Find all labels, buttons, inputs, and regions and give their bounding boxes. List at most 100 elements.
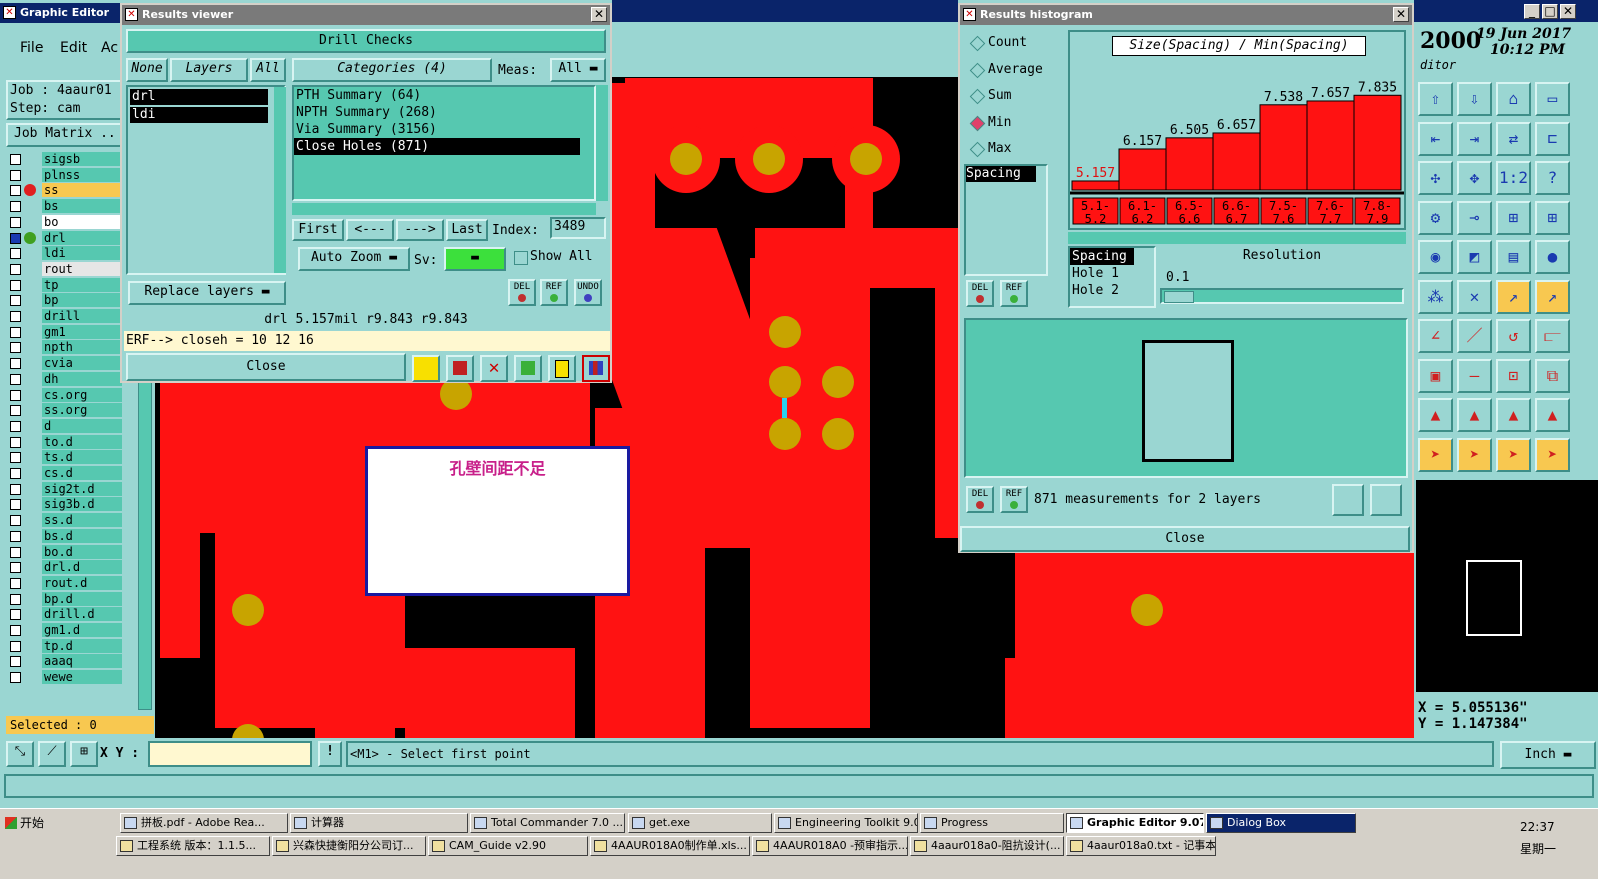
minimize-icon[interactable]: _ — [1524, 4, 1540, 19]
cross-icon[interactable]: ✕ — [1457, 279, 1492, 314]
mode-radio-max[interactable]: Max — [969, 139, 1060, 159]
layer-row[interactable]: aaaq — [6, 654, 124, 669]
layer-row[interactable]: gm1 — [6, 324, 124, 339]
left-icon[interactable]: ⇤ — [1418, 121, 1453, 156]
right-icon[interactable]: ⇥ — [1457, 121, 1492, 156]
layer-row[interactable]: to.d — [6, 434, 124, 449]
grid1-icon[interactable]: ⊞ — [1496, 200, 1531, 235]
histogram-icon[interactable] — [582, 355, 610, 382]
layer-row[interactable]: cs.org — [6, 387, 124, 402]
layer-checkbox[interactable] — [10, 452, 21, 464]
layer-checkbox[interactable] — [10, 530, 21, 542]
maximize-icon[interactable]: □ — [1542, 4, 1558, 19]
window-icon[interactable]: ▭ — [1535, 82, 1570, 116]
ruler-icon[interactable]: ▤ — [1496, 240, 1531, 274]
mirror-icon[interactable]: ⫍ — [1535, 319, 1570, 353]
layer-checkbox[interactable] — [10, 499, 21, 511]
menu-file[interactable]: File — [20, 40, 43, 56]
arrow2-icon[interactable]: ↗ — [1535, 279, 1570, 314]
taskbar-item[interactable]: 4aaur018a0-阻抗设计(... — [910, 836, 1064, 856]
pointer1-icon[interactable]: ➤ — [1418, 437, 1453, 472]
pointer2-icon[interactable]: ➤ — [1457, 437, 1492, 472]
layer-row[interactable]: sig3b.d — [6, 497, 124, 512]
snap-icon-1[interactable]: ⤡ — [6, 741, 34, 767]
rh-ref-button[interactable]: REF — [1000, 280, 1028, 307]
layer-checkbox[interactable] — [10, 358, 21, 370]
tri1-icon[interactable]: ▲ — [1418, 398, 1453, 432]
layer-row[interactable]: bs.d — [6, 528, 124, 543]
copy-icon[interactable]: ⧉ — [1535, 358, 1570, 393]
layer-checkbox[interactable] — [10, 625, 21, 636]
snap-icon-2[interactable]: ⟋ — [38, 741, 66, 767]
layer-row[interactable]: bo — [6, 214, 124, 229]
rh-ref2-button[interactable]: REF — [1000, 486, 1028, 513]
shape-icon[interactable]: ◩ — [1457, 240, 1492, 274]
taskbar-item[interactable]: 计算器 — [290, 813, 468, 833]
help-icon[interactable]: ? — [1535, 161, 1570, 195]
tri4-icon[interactable]: ▲ — [1535, 398, 1570, 432]
mode-radio-sum[interactable]: Sum — [969, 86, 1060, 106]
prev-button[interactable]: <--- — [346, 219, 394, 241]
replace-layers-select[interactable]: Replace layers ▬ — [128, 281, 286, 305]
layer-checkbox[interactable] — [10, 185, 21, 197]
rh-del2-button[interactable]: DEL — [966, 486, 994, 513]
layer-checkbox[interactable] — [10, 373, 21, 385]
move-icon[interactable]: ✣ — [1418, 161, 1453, 195]
mode-radio-average[interactable]: Average — [969, 60, 1060, 80]
layer-checkbox[interactable] — [10, 577, 21, 589]
layer-row[interactable]: drill — [6, 309, 124, 323]
start-button[interactable]: 开始 — [2, 812, 54, 834]
menu-edit[interactable]: Edit — [60, 40, 87, 56]
taskbar-item[interactable]: 拼板.pdf - Adobe Rea... — [120, 813, 288, 833]
taskbar-item[interactable]: Graphic Editor 9.07... — [1066, 813, 1204, 833]
measure-icon[interactable]: ⊸ — [1457, 200, 1492, 235]
dot-icon[interactable]: ● — [1535, 240, 1570, 274]
all-button[interactable]: All — [250, 58, 286, 82]
rh-export2-icon[interactable] — [1370, 484, 1402, 516]
rh-list[interactable]: Spacing — [964, 164, 1048, 276]
rv-tool5-icon[interactable] — [548, 355, 576, 382]
category-item[interactable]: Via Summary (3156) — [294, 121, 580, 138]
layer-checkbox[interactable] — [10, 248, 21, 260]
histogram-bar[interactable] — [1118, 148, 1167, 191]
layer-row[interactable]: wewe — [6, 670, 124, 685]
layer-row[interactable]: ss.d — [6, 513, 124, 528]
histogram-bar[interactable] — [1353, 94, 1402, 191]
layer-checkbox[interactable] — [10, 201, 21, 213]
mini-map[interactable] — [1416, 480, 1598, 692]
histogram-bar[interactable] — [1306, 100, 1355, 191]
tri3-icon[interactable]: ▲ — [1496, 398, 1531, 432]
layer-row[interactable]: cvia — [6, 356, 124, 371]
layer-checkbox[interactable] — [10, 420, 21, 432]
box-icon[interactable]: ▣ — [1418, 358, 1453, 393]
layer-checkbox[interactable] — [10, 311, 21, 322]
layer-row[interactable]: bs — [6, 199, 124, 214]
next-button[interactable]: ---> — [396, 219, 444, 241]
layer-row[interactable]: plnss — [6, 167, 124, 182]
layer-checkbox[interactable] — [10, 326, 21, 338]
grid-icon[interactable]: ⊞ — [70, 741, 98, 767]
scale-icon[interactable]: 1:2 — [1496, 161, 1531, 195]
category-item[interactable]: NPTH Summary (268) — [294, 104, 580, 121]
index-input[interactable]: 3489 — [550, 217, 606, 239]
rv-undo-button[interactable]: UNDO — [574, 279, 602, 306]
mode-radio-min[interactable]: Min — [969, 113, 1060, 133]
layer-row[interactable]: sig2t.d — [6, 481, 124, 496]
layer-checkbox[interactable] — [10, 216, 21, 228]
layer-checkbox[interactable] — [10, 609, 21, 621]
pointer3-icon[interactable]: ➤ — [1496, 437, 1531, 472]
taskbar-item[interactable]: Engineering Toolkit 9.0... — [774, 813, 918, 833]
taskbar-item[interactable]: 4aaur018a0.txt - 记事本 — [1066, 836, 1216, 856]
tray-icons[interactable] — [1420, 812, 1510, 856]
taskbar-item[interactable]: Progress — [920, 813, 1064, 833]
pad-icon[interactable]: ◉ — [1418, 240, 1453, 274]
layer-row[interactable]: drl — [6, 230, 124, 245]
show-all-checkbox[interactable] — [514, 251, 528, 265]
swap-icon[interactable]: ⇄ — [1496, 121, 1531, 156]
layer-row[interactable]: dh — [6, 371, 124, 386]
sv-color-select[interactable]: ▬ — [444, 247, 506, 271]
units-select[interactable]: Inch ▬ — [1500, 741, 1596, 769]
layer-checkbox[interactable] — [10, 279, 21, 291]
layer-checkbox[interactable] — [10, 483, 21, 495]
tri2-icon[interactable]: ▲ — [1457, 398, 1492, 432]
